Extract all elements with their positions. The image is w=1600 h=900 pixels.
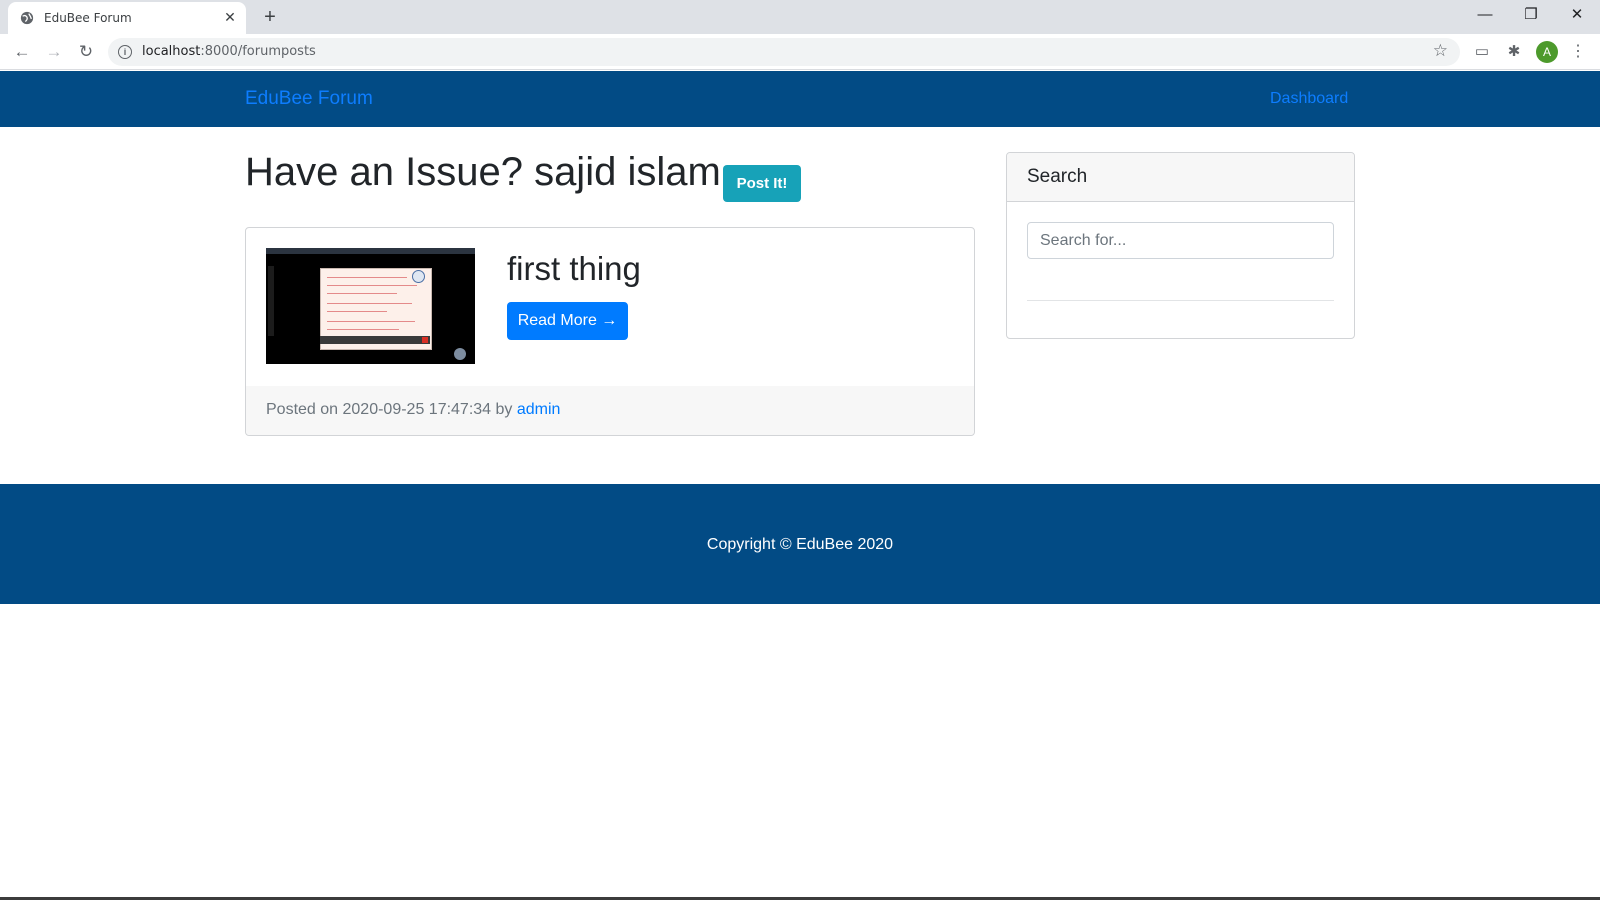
tab-title: EduBee Forum <box>44 11 132 25</box>
bookmark-star-icon[interactable]: ☆ <box>1433 41 1448 61</box>
site-navbar: EduBee Forum Dashboard <box>0 71 1600 127</box>
nav-link-dashboard[interactable]: Dashboard <box>1270 90 1348 108</box>
browser-tab-strip: EduBee Forum ✕ + — ❐ ✕ <box>0 0 1600 34</box>
copyright-text: Copyright © EduBee 2020 <box>706 536 894 553</box>
post-thumbnail[interactable] <box>266 248 475 364</box>
forward-arrow-icon[interactable]: → <box>42 40 66 64</box>
post-card: first thing Read More → Posted on 2020-0… <box>245 227 975 436</box>
post-card-footer: Posted on 2020-09-25 17:47:34 by admin <box>246 386 974 435</box>
globe-icon <box>20 11 34 25</box>
post-it-button[interactable]: Post It! <box>723 165 801 202</box>
cast-icon[interactable]: ▭ <box>1470 40 1494 64</box>
author-link[interactable]: admin <box>517 401 561 418</box>
browser-menu-icon[interactable]: ⋮ <box>1570 40 1586 64</box>
close-tab-icon[interactable]: ✕ <box>222 9 238 25</box>
post-card-body: first thing Read More → <box>246 228 974 387</box>
search-widget-title: Search <box>1027 166 1088 187</box>
minimize-button[interactable]: — <box>1462 0 1508 30</box>
search-widget-header: Search <box>1007 153 1354 202</box>
post-meta: Posted on 2020-09-25 17:47:34 by admin <box>266 401 561 418</box>
address-bar[interactable]: i localhost:8000/forumposts ☆ <box>108 38 1460 66</box>
back-arrow-icon[interactable]: ← <box>10 40 34 64</box>
divider <box>1027 300 1334 301</box>
browser-toolbar: ← → ↻ i localhost:8000/forumposts ☆ ▭ ✱ … <box>0 34 1600 70</box>
reload-icon[interactable]: ↻ <box>74 40 98 64</box>
info-icon[interactable]: i <box>118 45 132 59</box>
browser-tab[interactable]: EduBee Forum ✕ <box>8 2 246 34</box>
search-input[interactable] <box>1027 222 1334 259</box>
profile-avatar[interactable]: A <box>1536 41 1558 63</box>
post-title: first thing <box>507 250 641 287</box>
read-more-button[interactable]: Read More → <box>507 302 628 340</box>
page-title: Have an Issue? sajid islam <box>245 150 721 194</box>
new-tab-button[interactable]: + <box>258 6 282 28</box>
window-close-button[interactable]: ✕ <box>1554 0 1600 30</box>
restore-button[interactable]: ❐ <box>1508 0 1554 30</box>
url-text: localhost:8000/forumposts <box>142 44 316 59</box>
extensions-puzzle-icon[interactable]: ✱ <box>1502 40 1526 64</box>
search-widget: Search <box>1006 152 1355 339</box>
site-footer: Copyright © EduBee 2020 <box>0 484 1600 604</box>
brand-link[interactable]: EduBee Forum <box>245 88 373 110</box>
